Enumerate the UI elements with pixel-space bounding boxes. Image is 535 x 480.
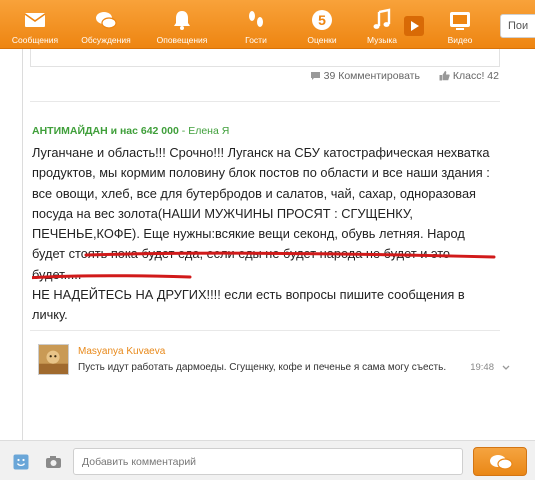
like-action[interactable]: Класс! 42 [439, 70, 499, 82]
search-input[interactable]: Пои [500, 14, 535, 38]
avatar[interactable] [38, 344, 69, 375]
send-comment-button[interactable] [473, 447, 527, 476]
nav-item-guests[interactable]: Гости [226, 0, 286, 49]
comment-menu-icon[interactable] [502, 364, 510, 372]
rating-5-icon: 5 [312, 10, 332, 30]
previous-post-bottom [30, 49, 500, 67]
nav-item-label: Оценки [307, 35, 337, 45]
bell-icon [174, 11, 190, 30]
group-link[interactable]: АНТИМАЙДАН и нас 642 000 [32, 125, 179, 137]
comment-author[interactable]: Masyanya Kuvaeva [78, 346, 165, 357]
play-button-icon[interactable] [403, 15, 425, 37]
comment-action-label: 39 Комментировать [323, 70, 420, 83]
header-separator: - [178, 125, 189, 137]
camera-icon[interactable] [45, 454, 62, 470]
nav-item-messages[interactable]: Сообщения [5, 0, 65, 49]
envelope-icon [24, 13, 46, 27]
comment-item: Masyanya Kuvaeva Пусть идут работать дар… [38, 342, 510, 392]
divider [30, 101, 500, 102]
music-note-icon [373, 8, 391, 29]
nav-item-video[interactable]: Видео [430, 0, 490, 49]
speech-bubbles-icon [490, 455, 513, 470]
nav-item-label: Обсуждения [81, 35, 131, 45]
footprints-icon [249, 11, 263, 27]
nav-item-label: Видео [447, 35, 473, 45]
comment-bubble-icon [310, 72, 320, 81]
post-paragraph-1: Луганчане и область!!! Срочно!!! Луганск… [32, 145, 490, 282]
top-navigation-bar: Сообщения Обсуждения Оповещения Гости 5 … [0, 0, 535, 49]
comment-input[interactable]: Добавить комментарий [73, 448, 463, 475]
tv-icon [450, 12, 470, 30]
post-header: АНТИМАЙДАН и нас 642 000 - Елена Я [32, 125, 229, 137]
post-actions: 39 Комментировать Класс! 42 [294, 70, 499, 84]
author-link[interactable]: Елена Я [188, 125, 229, 137]
nav-item-label: Сообщения [11, 35, 59, 45]
nav-item-discussions[interactable]: Обсуждения [76, 0, 136, 49]
thumbs-up-icon [439, 71, 450, 81]
page-left-border [22, 49, 23, 449]
comment-time: 19:48 [470, 362, 494, 373]
divider [30, 330, 500, 331]
comment-action[interactable]: 39 Комментировать [310, 70, 420, 82]
nav-item-label: Оповещения [156, 35, 208, 45]
svg-text:5: 5 [318, 12, 326, 28]
comment-text: Пусть идут работать дармоеды. Сгущенку, … [78, 362, 447, 373]
comment-composer: Добавить комментарий [0, 440, 535, 480]
chat-bubbles-icon [96, 12, 117, 29]
nav-item-label: Гости [245, 35, 267, 45]
like-action-label: Класс! 42 [452, 70, 499, 83]
smiley-icon[interactable] [13, 454, 29, 470]
post-body: Луганчане и область!!! Срочно!!! Луганск… [32, 143, 500, 326]
post-paragraph-2: НЕ НАДЕЙТЕСЬ НА ДРУГИХ!!!! если есть воп… [32, 287, 465, 323]
nav-item-notifications[interactable]: Оповещения [152, 0, 212, 49]
nav-item-ratings[interactable]: 5 Оценки [292, 0, 352, 49]
